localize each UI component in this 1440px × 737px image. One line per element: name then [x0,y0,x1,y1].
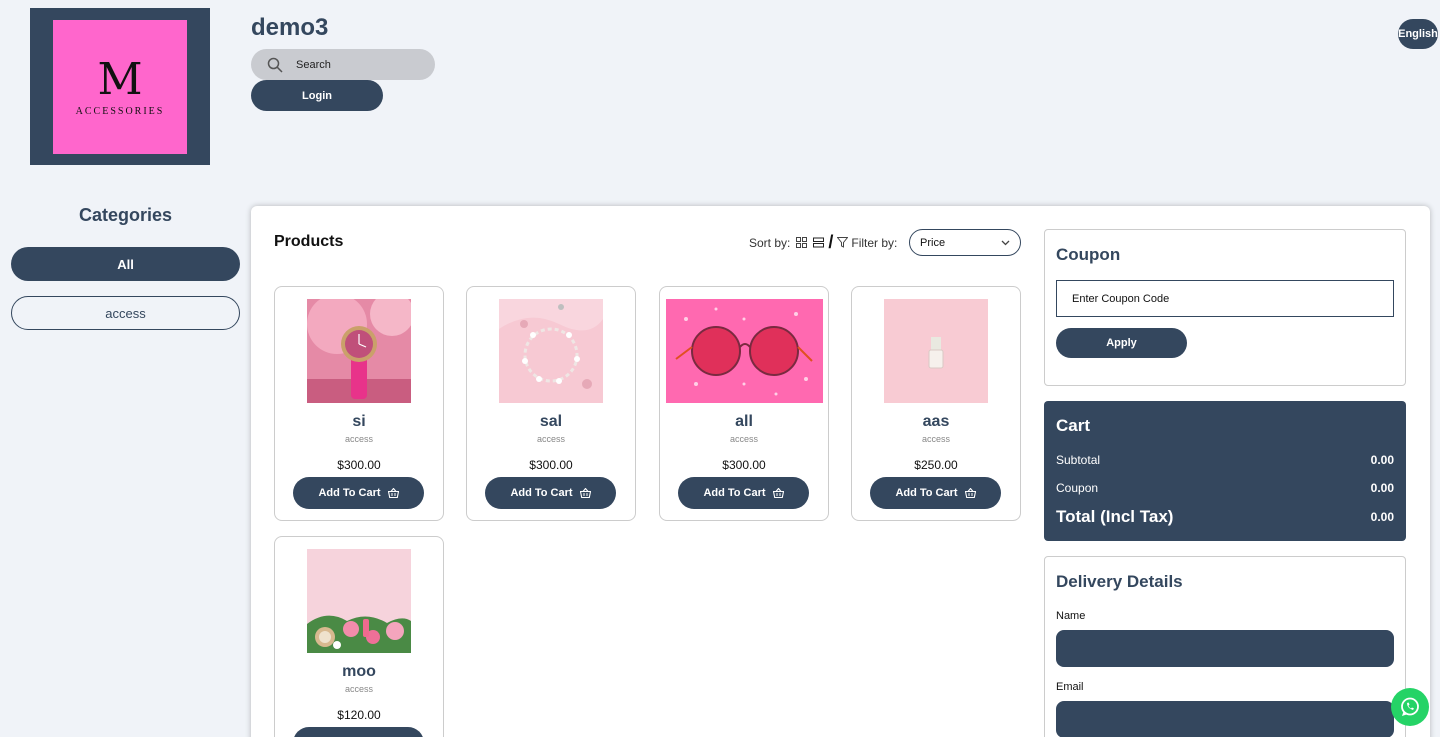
product-card[interactable]: sal access $300.00 Add To Cart [466,286,636,521]
coupon-row: Coupon 0.00 [1056,481,1394,495]
basket-icon [964,488,976,498]
total-row: Total (Incl Tax) 0.00 [1056,507,1394,527]
categories-title: Categories [78,205,173,225]
category-all-button[interactable]: All [11,247,240,281]
basket-icon [772,488,784,498]
product-category: access [921,434,950,444]
subtotal-value: 0.00 [1370,453,1394,467]
whatsapp-chat-button[interactable] [1391,688,1429,726]
total-value: 0.00 [1370,510,1394,524]
grid-view-icon[interactable] [796,237,808,248]
product-image-bracelet[interactable] [499,299,603,403]
product-card[interactable]: si access $300.00 Add To Cart [274,286,444,521]
apply-coupon-button[interactable]: Apply [1056,328,1187,358]
product-category: access [344,684,373,694]
product-card[interactable]: moo access $120.00 Add To Cart [274,536,444,737]
product-category: access [536,434,565,444]
basket-icon [387,488,399,498]
product-card[interactable]: aas access $250.00 Add To Cart [851,286,1021,521]
category-access-button[interactable]: access [11,296,240,330]
add-to-cart-button[interactable]: Add To Cart [293,727,424,737]
list-view-icon[interactable] [813,237,825,248]
product-name[interactable]: aas [852,413,1020,431]
product-card[interactable]: all access $300.00 Add To Cart [659,286,829,521]
add-to-cart-button[interactable]: Add To Cart [293,477,424,509]
product-price: $300.00 [529,458,573,472]
add-to-cart-label: Add To Cart [895,487,958,499]
product-image-watch[interactable] [307,299,411,403]
chevron-down-icon [1001,240,1010,245]
login-button[interactable]: Login [251,80,383,111]
basket-icon [579,488,591,498]
subtotal-label: Subtotal [1056,453,1101,467]
coupon-discount-value: 0.00 [1370,481,1394,495]
product-name[interactable]: moo [275,663,443,681]
product-name[interactable]: all [660,413,828,431]
product-image-nail-polish[interactable] [884,299,988,403]
filter-select-value: Price [920,236,946,249]
add-to-cart-button[interactable]: Add To Cart [485,477,616,509]
sort-filter-bar: Sort by: / Filter by: [749,229,897,256]
total-label: Total (Incl Tax) [1056,507,1174,526]
coupon-discount-label: Coupon [1056,481,1099,495]
filter-select[interactable]: Price [909,229,1021,256]
add-to-cart-label: Add To Cart [703,487,766,499]
logo-text: ACCESSORIES [75,105,165,117]
coupon-code-input[interactable]: Enter Coupon Code [1056,280,1394,317]
product-price: $300.00 [722,458,766,472]
product-price: $120.00 [337,708,381,722]
logo-badge: M ACCESSORIES [53,20,187,154]
store-logo[interactable]: M ACCESSORIES [30,8,210,165]
name-label: Name [1056,610,1086,622]
product-category: access [729,434,758,444]
whatsapp-icon [1401,697,1419,716]
product-name[interactable]: sal [467,413,635,431]
search-icon [267,57,283,73]
filter-icon [837,237,849,248]
sort-label: Sort by: [749,235,791,250]
coupon-title: Coupon [1056,245,1121,264]
cart-summary: Cart Subtotal 0.00 Coupon 0.00 Total (In… [1044,401,1406,541]
add-to-cart-button[interactable]: Add To Cart [870,477,1001,509]
language-button[interactable]: English [1398,19,1438,49]
delivery-title: Delivery Details [1056,572,1183,591]
search-placeholder: Search [296,58,331,71]
store-name: demo3 [251,14,329,41]
product-image-sunglasses[interactable] [666,299,823,403]
delivery-details-panel: Delivery Details Name Email [1044,556,1406,737]
cart-title: Cart [1056,416,1091,435]
product-price: $300.00 [337,458,381,472]
add-to-cart-button[interactable]: Add To Cart [678,477,809,509]
subtotal-row: Subtotal 0.00 [1056,453,1394,467]
coupon-placeholder: Enter Coupon Code [1072,292,1170,305]
email-field[interactable] [1056,701,1394,737]
products-title: Products [274,233,344,250]
name-field[interactable] [1056,630,1394,667]
coupon-panel: Coupon Enter Coupon Code Apply [1044,229,1406,386]
product-name[interactable]: si [275,413,443,431]
add-to-cart-label: Add To Cart [318,487,381,499]
logo-letter: M [97,53,143,105]
add-to-cart-label: Add To Cart [510,487,573,499]
filter-label: Filter by: [851,235,898,250]
separator-slash: / [828,232,834,252]
product-price: $250.00 [914,458,958,472]
product-category: access [344,434,373,444]
search-input[interactable]: Search [251,49,435,80]
email-label: Email [1056,681,1084,693]
product-image-flowers[interactable] [307,549,411,653]
